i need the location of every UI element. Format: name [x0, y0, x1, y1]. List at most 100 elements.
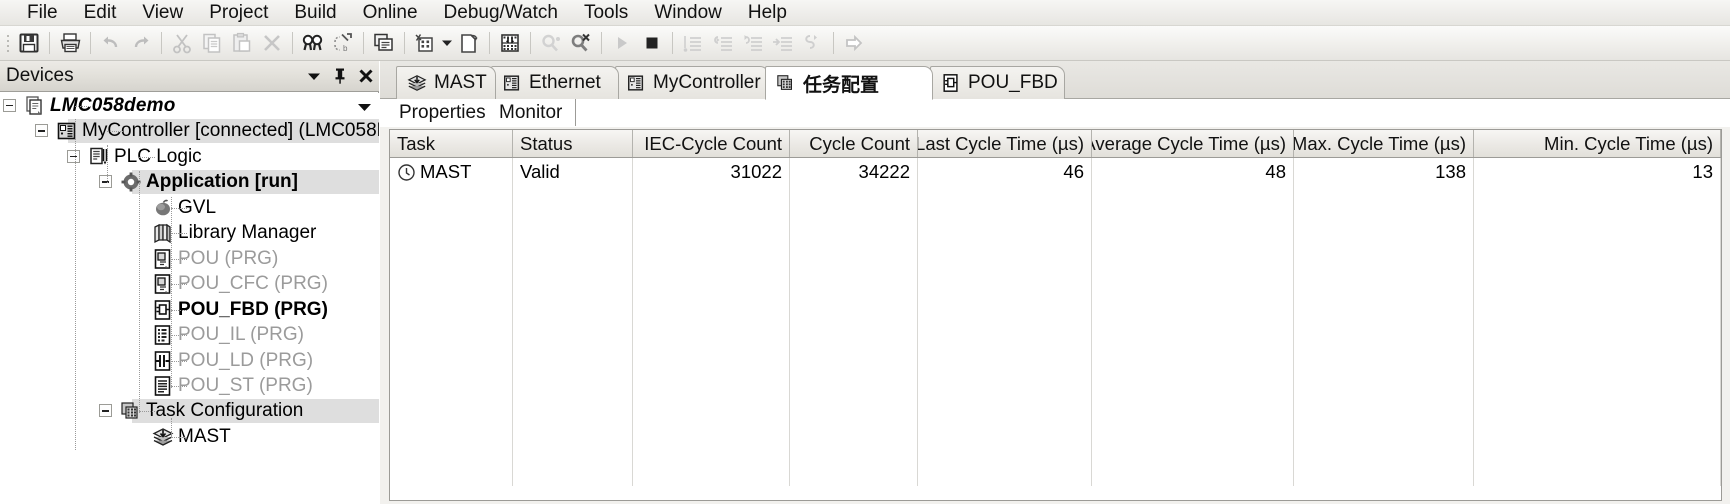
close-icon[interactable] — [353, 63, 379, 89]
tree-collapse-toggle[interactable] — [67, 149, 80, 163]
menu-online[interactable]: Online — [350, 0, 431, 26]
empty-cell — [790, 186, 918, 211]
task-monitor-grid[interactable]: Task Status IEC-Cycle Count Cycle Count Last… — [389, 129, 1722, 501]
menu-project[interactable]: Project — [196, 0, 281, 26]
col-task[interactable]: Task — [390, 130, 513, 157]
print-icon[interactable] — [55, 29, 85, 58]
pin-icon[interactable] — [327, 63, 353, 89]
empty-cell — [918, 261, 1092, 286]
login-icon[interactable] — [536, 29, 566, 58]
empty-cell — [790, 461, 918, 486]
col-cycle-count[interactable]: Cycle Count — [790, 130, 918, 157]
editor-tab-strip: MAST Ethernet MyController 任务配置 POU_FBD — [380, 61, 1730, 100]
tree-item-task-configuration[interactable]: Task Configuration — [0, 398, 379, 424]
logout-icon[interactable] — [566, 29, 596, 58]
tab-task-configuration[interactable]: 任务配置 — [765, 66, 933, 100]
tree-collapse-toggle[interactable] — [99, 175, 112, 189]
tree-item-mast[interactable]: MAST — [0, 424, 379, 450]
step-into-icon[interactable] — [708, 29, 738, 58]
menu-view[interactable]: View — [129, 0, 196, 26]
tab-pou-fbd[interactable]: POU_FBD — [930, 66, 1065, 99]
table-empty-row — [390, 311, 1721, 336]
tab-mast[interactable]: MAST — [396, 66, 496, 99]
table-empty-row — [390, 436, 1721, 461]
device-tree[interactable]: LMC058demo MyController [connected] (LMC0… — [0, 93, 379, 504]
empty-cell — [633, 236, 790, 261]
mast-task-icon — [407, 73, 427, 93]
empty-cell — [513, 461, 633, 486]
empty-cell — [513, 186, 633, 211]
toolbar: b — [0, 26, 1730, 61]
paste-icon[interactable] — [227, 29, 257, 58]
tab-mycontroller[interactable]: MyController — [615, 66, 769, 99]
redo-icon[interactable] — [126, 29, 156, 58]
tree-item-pou-il[interactable]: POU_IL (PRG) — [0, 322, 379, 348]
build-icon[interactable] — [410, 29, 440, 58]
menu-tools[interactable]: Tools — [571, 0, 641, 26]
save-icon[interactable] — [14, 29, 44, 58]
menu-help[interactable]: Help — [735, 0, 800, 26]
tree-item-library-manager-label: Library Manager — [178, 222, 317, 244]
empty-cell — [918, 436, 1092, 461]
empty-cell — [1092, 361, 1294, 386]
tree-dropdown-icon[interactable] — [356, 100, 373, 118]
find-icon[interactable] — [298, 29, 328, 58]
col-last-cycle-time[interactable]: Last Cycle Time (µs) — [918, 130, 1092, 157]
subtab-properties[interactable]: Properties — [392, 99, 490, 126]
tree-item-mycontroller[interactable]: MyController [connected] (LMC058LF42 — [0, 118, 379, 144]
tree-item-pou[interactable]: POU (PRG) — [0, 246, 379, 272]
empty-cell — [1092, 436, 1294, 461]
col-max-cycle-time[interactable]: Max. Cycle Time (µs) — [1294, 130, 1474, 157]
tab-ethernet[interactable]: Ethernet — [491, 66, 619, 99]
run-to-cursor-icon[interactable] — [768, 29, 798, 58]
empty-cell — [390, 211, 513, 236]
download-icon[interactable] — [495, 29, 525, 58]
tree-item-library-manager[interactable]: Library Manager — [0, 220, 379, 246]
undo-icon[interactable] — [96, 29, 126, 58]
tree-item-pou-ld[interactable]: POU_LD (PRG) — [0, 348, 379, 374]
empty-cell — [790, 311, 918, 336]
stop-icon[interactable] — [637, 29, 667, 58]
tree-item-pou-fbd[interactable]: POU_FBD (PRG) — [0, 297, 379, 323]
col-status[interactable]: Status — [513, 130, 633, 157]
tree-item-application-label: Application [run] — [146, 171, 298, 193]
menu-window[interactable]: Window — [641, 0, 735, 26]
new-page-icon[interactable] — [454, 29, 484, 58]
tree-item-plc-logic[interactable]: PLC Logic — [0, 144, 379, 170]
chevron-down-icon[interactable] — [301, 63, 327, 89]
tree-collapse-toggle[interactable] — [3, 99, 16, 112]
replace-icon[interactable]: b — [328, 29, 358, 58]
col-iec-cycle-count[interactable]: IEC-Cycle Count — [633, 130, 790, 157]
menu-file[interactable]: File — [14, 0, 71, 26]
tree-item-pou-st[interactable]: POU_ST (PRG) — [0, 373, 379, 399]
copy-icon[interactable] — [197, 29, 227, 58]
table-empty-row — [390, 336, 1721, 361]
show-next-statement-icon[interactable] — [798, 29, 828, 58]
subtab-monitor[interactable]: Monitor — [492, 99, 576, 126]
cut-icon[interactable] — [167, 29, 197, 58]
tree-item-lmc058demo[interactable]: LMC058demo — [0, 93, 379, 119]
table-row-mast[interactable]: MAST Valid 31022 34222 46 48 138 13 — [390, 158, 1721, 186]
tree-item-gvl[interactable]: GVL — [0, 195, 379, 221]
run-icon[interactable] — [607, 29, 637, 58]
set-next-statement-icon[interactable] — [839, 29, 869, 58]
step-over-icon[interactable] — [678, 29, 708, 58]
table-empty-row — [390, 411, 1721, 436]
menu-build[interactable]: Build — [281, 0, 349, 26]
menu-debug-watch[interactable]: Debug/Watch — [431, 0, 571, 26]
menu-edit[interactable]: Edit — [71, 0, 130, 26]
tree-collapse-toggle[interactable] — [99, 404, 112, 418]
properties-icon[interactable] — [369, 29, 399, 58]
tree-item-pou-cfc[interactable]: POU_CFC (PRG) — [0, 271, 379, 297]
toolbar-grip[interactable] — [4, 32, 12, 54]
chevron-down-icon[interactable] — [440, 29, 454, 58]
step-out-icon[interactable] — [738, 29, 768, 58]
col-min-cycle-time[interactable]: Min. Cycle Time (µs) — [1474, 130, 1721, 157]
tab-ethernet-label: Ethernet — [529, 72, 601, 93]
delete-icon[interactable] — [257, 29, 287, 58]
empty-cell — [918, 336, 1092, 361]
col-average-cycle-time[interactable]: Average Cycle Time (µs) — [1092, 130, 1294, 157]
tree-item-application[interactable]: Application [run] — [0, 169, 379, 195]
tree-collapse-toggle[interactable] — [35, 124, 48, 138]
empty-cell — [633, 261, 790, 286]
